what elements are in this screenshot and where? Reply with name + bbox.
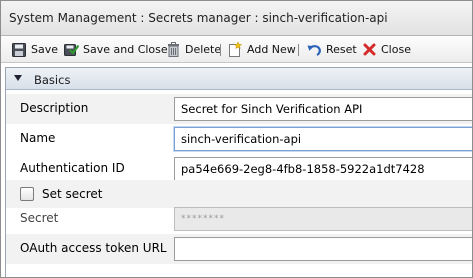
delete-label: Delete [185, 43, 222, 56]
basics-section-header[interactable]: Basics [6, 68, 472, 90]
new-document-icon [227, 42, 243, 58]
close-label: Close [381, 43, 411, 56]
add-new-button[interactable]: Add New [227, 36, 296, 63]
set-secret-checkbox[interactable] [20, 187, 34, 201]
window-title: System Management : Secrets manager : si… [9, 11, 388, 25]
floppy-disk-icon [11, 42, 27, 58]
set-secret-label: Set secret [42, 187, 103, 201]
section-title: Basics [34, 73, 71, 87]
basics-panel: Basics Description Secret for Sinch Veri… [5, 67, 472, 277]
toolbar-separator [298, 44, 299, 56]
close-button[interactable]: Close [361, 36, 411, 63]
trash-icon [165, 42, 181, 58]
name-label: Name [20, 131, 56, 145]
oauth-url-label: OAuth access token URL [20, 241, 167, 255]
authentication-id-input[interactable]: pa54e669-2eg8-4fb8-1858-5922a1dt7428 [174, 157, 472, 181]
title-bar: System Management : Secrets manager : si… [1, 1, 472, 36]
save-and-close-label: Save and Close [83, 43, 168, 56]
oauth-url-input[interactable] [174, 237, 472, 261]
save-button[interactable]: Save [11, 36, 58, 63]
red-x-icon [361, 42, 377, 58]
reset-button[interactable]: Reset [306, 36, 357, 63]
description-label: Description [20, 101, 89, 115]
toolbar-separator [220, 44, 221, 56]
delete-button[interactable]: Delete [165, 36, 221, 63]
save-and-close-icon [63, 42, 79, 58]
description-input[interactable]: Secret for Sinch Verification API [174, 97, 472, 121]
authentication-id-label: Authentication ID [20, 161, 125, 175]
add-new-label: Add New [247, 43, 296, 56]
description-row: Description Secret for Sinch Verificatio… [6, 94, 472, 124]
secret-input: ******** [174, 207, 472, 231]
save-and-close-button[interactable]: Save and Close [63, 36, 168, 63]
secrets-manager-window: System Management : Secrets manager : si… [0, 0, 473, 278]
undo-arrow-icon [306, 42, 322, 58]
save-label: Save [31, 43, 59, 56]
reset-label: Reset [326, 43, 357, 56]
collapse-triangle-icon [14, 75, 22, 81]
toolbar: Save Save and Close Delete Add New Reset… [1, 36, 472, 63]
name-row: Name sinch-verification-api [6, 124, 472, 154]
secret-label: Secret [20, 211, 59, 225]
oauth-url-row: OAuth access token URL [6, 234, 472, 264]
secret-row: Secret ******** [6, 204, 472, 234]
name-input[interactable]: sinch-verification-api [174, 127, 472, 151]
